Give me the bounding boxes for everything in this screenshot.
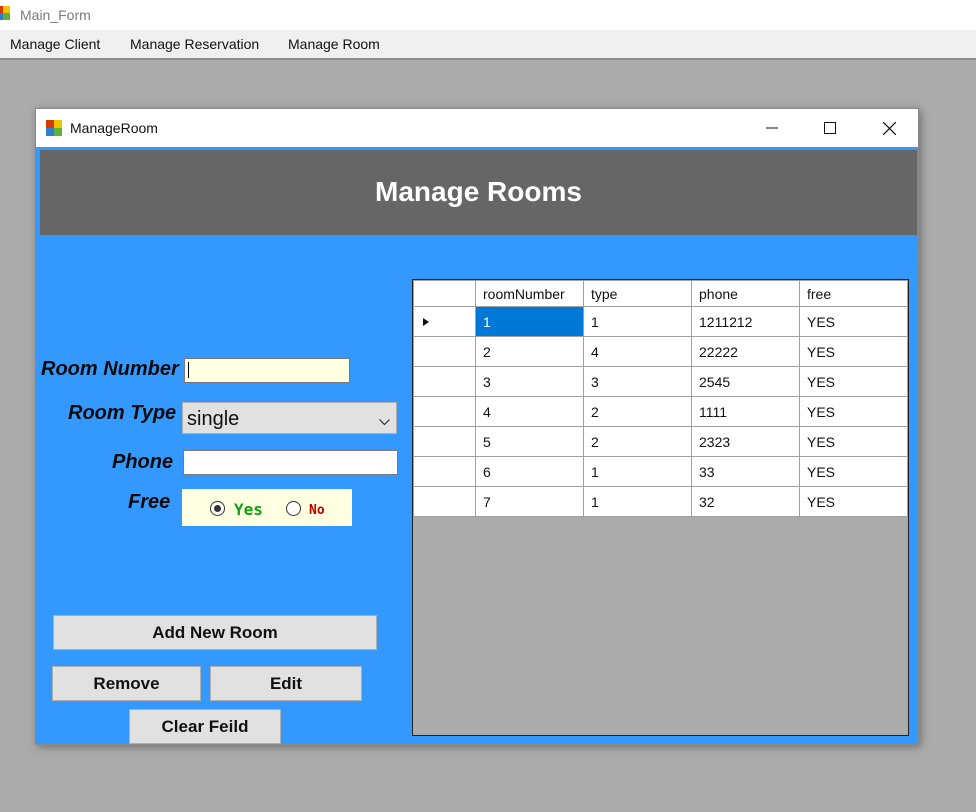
menu-bar: Manage Client Manage Reservation Manage …: [0, 30, 976, 60]
text-caret: [188, 362, 189, 378]
row-header[interactable]: [413, 336, 476, 367]
table-row[interactable]: 4 2 1111 YES: [413, 396, 908, 427]
free-radio-group: Yes No: [182, 489, 352, 526]
cell-phone[interactable]: 22222: [691, 336, 800, 367]
clear-field-button[interactable]: Clear Feild: [129, 709, 281, 744]
room-type-label: Room Type: [68, 402, 177, 424]
cell-free[interactable]: YES: [799, 426, 908, 457]
rooms-data-grid[interactable]: roomNumber type phone free 1 1 1211212 Y…: [412, 279, 909, 736]
row-header[interactable]: [413, 306, 476, 337]
child-title-bar: ManageRoom: [36, 109, 918, 147]
column-header-type[interactable]: type: [583, 280, 692, 307]
cell-room-number[interactable]: 4: [475, 396, 584, 427]
free-no-radio[interactable]: [286, 501, 301, 516]
table-row[interactable]: 2 4 22222 YES: [413, 336, 908, 367]
close-icon: [882, 121, 896, 135]
row-header[interactable]: [413, 486, 476, 517]
column-header-free[interactable]: free: [799, 280, 908, 307]
table-row[interactable]: 1 1 1211212 YES: [413, 306, 908, 337]
page-header: Manage Rooms: [40, 150, 917, 235]
cell-type[interactable]: 4: [583, 336, 692, 367]
cell-free[interactable]: YES: [799, 306, 908, 337]
free-yes-radio[interactable]: [210, 501, 225, 516]
table-header-row: roomNumber type phone free: [413, 280, 908, 307]
chevron-down-icon[interactable]: [379, 413, 390, 431]
menu-manage-client[interactable]: Manage Client: [10, 36, 100, 52]
maximize-icon: [824, 122, 836, 134]
cell-phone[interactable]: 2545: [691, 366, 800, 397]
remove-button[interactable]: Remove: [52, 666, 201, 701]
row-header[interactable]: [413, 396, 476, 427]
cell-phone[interactable]: 1211212: [691, 306, 800, 337]
cell-room-number[interactable]: 5: [475, 426, 584, 457]
cell-type[interactable]: 1: [583, 306, 692, 337]
cell-room-number[interactable]: 6: [475, 456, 584, 487]
app-icon: [0, 6, 10, 20]
cell-type[interactable]: 1: [583, 456, 692, 487]
close-button[interactable]: [860, 109, 918, 147]
cell-room-number[interactable]: 7: [475, 486, 584, 517]
row-pointer-icon: [423, 318, 429, 326]
cell-room-number[interactable]: 2: [475, 336, 584, 367]
app-icon: [46, 120, 62, 136]
page-title: Manage Rooms: [375, 176, 582, 207]
table-row[interactable]: 7 1 32 YES: [413, 486, 908, 517]
cell-free[interactable]: YES: [799, 366, 908, 397]
minimize-button[interactable]: [743, 109, 801, 147]
row-header[interactable]: [413, 366, 476, 397]
room-type-value: single: [187, 408, 240, 430]
row-header-corner[interactable]: [413, 280, 476, 307]
column-header-phone[interactable]: phone: [691, 280, 800, 307]
child-window-title: ManageRoom: [70, 120, 158, 136]
cell-room-number[interactable]: 3: [475, 366, 584, 397]
row-header[interactable]: [413, 456, 476, 487]
cell-free[interactable]: YES: [799, 336, 908, 367]
cell-room-number[interactable]: 1: [475, 306, 584, 337]
row-header[interactable]: [413, 426, 476, 457]
cell-phone[interactable]: 2323: [691, 426, 800, 457]
free-label: Free: [128, 491, 171, 513]
phone-field[interactable]: [183, 450, 398, 475]
rooms-table: roomNumber type phone free 1 1 1211212 Y…: [413, 280, 908, 517]
room-number-field[interactable]: [184, 358, 350, 383]
menu-manage-reservation[interactable]: Manage Reservation: [130, 36, 259, 52]
main-title-bar: Main_Form: [0, 0, 976, 30]
table-row[interactable]: 5 2 2323 YES: [413, 426, 908, 457]
edit-button[interactable]: Edit: [210, 666, 362, 701]
cell-phone[interactable]: 1111: [691, 396, 800, 427]
menu-manage-room[interactable]: Manage Room: [288, 36, 380, 52]
cell-free[interactable]: YES: [799, 456, 908, 487]
add-new-room-button[interactable]: Add New Room: [53, 615, 377, 650]
room-type-select[interactable]: single: [182, 402, 397, 434]
cell-phone[interactable]: 32: [691, 486, 800, 517]
free-yes-label[interactable]: Yes: [234, 500, 263, 519]
table-row[interactable]: 3 3 2545 YES: [413, 366, 908, 397]
cell-free[interactable]: YES: [799, 486, 908, 517]
room-number-label: Room Number: [41, 358, 179, 380]
cell-type[interactable]: 3: [583, 366, 692, 397]
phone-label: Phone: [112, 451, 174, 473]
minimize-icon: [766, 127, 778, 129]
maximize-button[interactable]: [801, 109, 859, 147]
cell-free[interactable]: YES: [799, 396, 908, 427]
cell-phone[interactable]: 33: [691, 456, 800, 487]
cell-type[interactable]: 1: [583, 486, 692, 517]
column-header-roomnumber[interactable]: roomNumber: [475, 280, 584, 307]
table-row[interactable]: 6 1 33 YES: [413, 456, 908, 487]
free-no-label[interactable]: No: [309, 503, 325, 518]
manage-room-window: ManageRoom Manage Rooms Room Number Room…: [35, 108, 919, 745]
cell-type[interactable]: 2: [583, 426, 692, 457]
main-window-title: Main_Form: [20, 7, 91, 23]
cell-type[interactable]: 2: [583, 396, 692, 427]
